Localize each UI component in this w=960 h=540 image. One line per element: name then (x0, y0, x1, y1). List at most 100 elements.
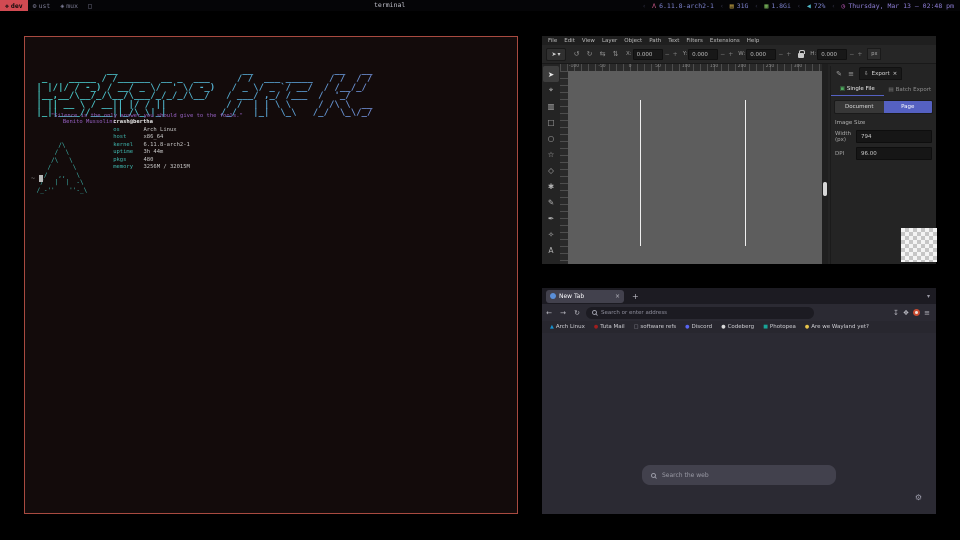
tool-button-box-3d[interactable]: ◇ (543, 162, 559, 178)
export-dock-tab[interactable]: ⇩ Export × (859, 67, 902, 80)
gear-icon[interactable]: ⚙ (915, 493, 922, 502)
menu-item[interactable]: Object (621, 38, 645, 44)
tool-button-text[interactable]: A (543, 242, 559, 258)
horizontal-ruler: -100-50050100150200250300 (560, 64, 822, 71)
image-size-heading: Image Size (835, 120, 932, 126)
bookmark-favicon: ● (721, 324, 725, 330)
field-input[interactable]: 0.000 (688, 49, 718, 60)
status-segment: ◀ 72% (794, 2, 829, 10)
export-subtab[interactable]: ▣ Single File (831, 83, 884, 96)
menu-item[interactable]: Path (646, 38, 664, 44)
transform-icon-flip-horizontal[interactable]: ⇆ (596, 50, 609, 58)
increment-button[interactable]: + (785, 51, 792, 58)
menu-item[interactable]: Help (744, 38, 763, 44)
field-input[interactable]: 0.000 (817, 49, 847, 60)
tool-button-star[interactable]: ☆ (543, 146, 559, 162)
reload-button[interactable]: ↻ (570, 309, 584, 317)
decrement-button[interactable]: − (664, 51, 671, 58)
bookmark-item[interactable]: □ software refs (634, 324, 676, 330)
tool-button-ellipse[interactable]: ○ (543, 130, 559, 146)
unit-dropdown[interactable]: px (867, 48, 881, 60)
export-subtab[interactable]: ▤ Batch Export (884, 83, 937, 96)
transform-icon-rotate-ccw[interactable]: ↺ (570, 50, 583, 58)
fetch-value: 3h 44m (144, 149, 164, 155)
bookmark-item[interactable]: ▲ Arch Linux (550, 324, 585, 330)
bookmark-item[interactable]: ● Are we Wayland yet? (805, 324, 869, 330)
width-label: Width (px) (835, 131, 853, 143)
window-title: terminal (374, 0, 405, 11)
tab-overflow-icon[interactable]: ▾ (927, 293, 930, 300)
back-button[interactable]: ← (542, 309, 556, 317)
dpi-input[interactable]: 96.00 (856, 147, 932, 160)
tool-button-tweak[interactable]: ✧ (543, 226, 559, 242)
web-search-input[interactable] (662, 472, 812, 479)
workspace-item[interactable]: ◈ mux (55, 0, 83, 11)
extension-icon[interactable]: ❖ (903, 309, 909, 317)
forward-button[interactable]: → (556, 309, 570, 317)
decrement-button[interactable]: − (719, 51, 726, 58)
shell-prompt[interactable]: ~ (31, 174, 43, 182)
menu-item[interactable]: Filters (683, 38, 706, 44)
scope-button[interactable]: Page (884, 101, 933, 113)
browser-tab[interactable]: New Tab × (546, 290, 624, 303)
adblock-extension-icon[interactable] (913, 309, 920, 316)
download-icon[interactable]: ↧ (893, 309, 899, 317)
canvas-vertical-scrollbar[interactable] (822, 64, 828, 264)
scrollbar-thumb[interactable] (823, 182, 827, 196)
menu-icon[interactable]: ≡ (924, 309, 930, 317)
dock-icon-fill-stroke[interactable]: ✎ (833, 70, 845, 78)
menu-item[interactable]: File (545, 38, 560, 44)
lock-ratio-icon[interactable] (798, 53, 804, 58)
field-label: W: (738, 51, 745, 57)
increment-button[interactable]: + (727, 51, 734, 58)
field-input[interactable]: 0.000 (746, 49, 776, 60)
menu-item[interactable]: Layer (599, 38, 620, 44)
urlbar-input[interactable] (601, 310, 781, 316)
tool-button-pencil[interactable]: ✎ (543, 194, 559, 210)
bookmark-item[interactable]: ● Tuta Mail (594, 324, 625, 330)
tool-button-rectangle[interactable]: □ (543, 114, 559, 130)
terminal-window[interactable]: __ __ __ __ _ _____ / /______ __ _ ___ /… (24, 36, 518, 514)
fetch-row: pkgs 480 (113, 157, 190, 165)
tool-button-node-editor[interactable]: ⌖ (543, 82, 559, 98)
workspace-item[interactable]: □ (83, 0, 99, 11)
increment-button[interactable]: + (672, 51, 679, 58)
tool-button-spiral[interactable]: ✱ (543, 178, 559, 194)
transform-icon-flip-vertical[interactable]: ⇅ (609, 50, 622, 58)
transform-icon-rotate-cw[interactable]: ↻ (583, 50, 596, 58)
scope-button[interactable]: Document (835, 101, 884, 113)
web-search-box[interactable] (642, 465, 836, 485)
status-text: 31G (737, 2, 749, 10)
new-tab-button[interactable]: + (632, 292, 639, 301)
menu-item[interactable]: Text (665, 38, 682, 44)
bookmark-item[interactable]: ● Codeberg (721, 324, 754, 330)
browser-window[interactable]: New Tab × + ▾ ← → ↻ ↧ ❖ ≡ ▲ Arch Linux ●… (542, 288, 936, 514)
fetch-label: uptime (113, 149, 140, 157)
dock-icon-layers[interactable]: ≡ (845, 70, 857, 78)
fetch-label: memory (113, 164, 140, 172)
tool-mode-dropdown[interactable]: ➤ ▾ (546, 48, 566, 61)
close-icon[interactable]: × (893, 71, 898, 77)
field-input[interactable]: 0.000 (633, 49, 663, 60)
fetch-value: 6.11.8-arch2-1 (144, 142, 190, 148)
inkscape-window[interactable]: FileEditViewLayerObjectPathTextFiltersEx… (542, 36, 936, 264)
tool-button-selector[interactable]: ➤ (543, 66, 559, 82)
bookmark-item[interactable]: ■ Photopea (763, 324, 796, 330)
tool-button-pen[interactable]: ✒ (543, 210, 559, 226)
status-icon: ◷ (841, 2, 845, 10)
page-border-right (745, 100, 746, 246)
menu-item[interactable]: Extensions (707, 38, 743, 44)
bookmark-item[interactable]: ● Discord (685, 324, 712, 330)
workspace-item[interactable]: ❖ dev (0, 0, 28, 11)
decrement-button[interactable]: − (848, 51, 855, 58)
workspace-item[interactable]: ⚙ ust (28, 0, 56, 11)
url-bar[interactable] (586, 307, 814, 319)
menu-item[interactable]: View (579, 38, 598, 44)
increment-button[interactable]: + (856, 51, 863, 58)
decrement-button[interactable]: − (777, 51, 784, 58)
tool-button-shape-builder[interactable]: ▥ (543, 98, 559, 114)
close-icon[interactable]: × (615, 293, 620, 300)
menu-item[interactable]: Edit (561, 38, 578, 44)
inkscape-canvas[interactable] (568, 71, 822, 264)
width-input[interactable]: 794 (856, 130, 932, 143)
